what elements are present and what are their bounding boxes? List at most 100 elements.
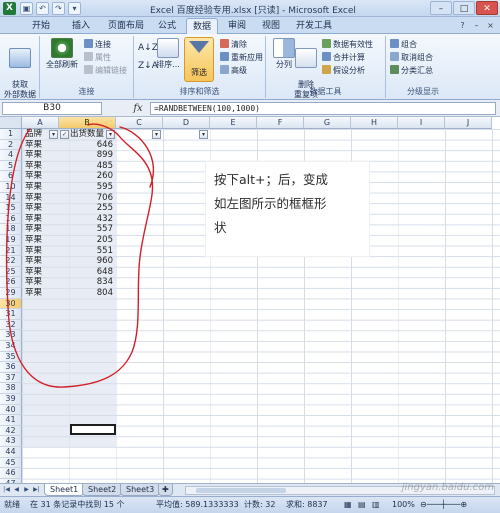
cell-brand[interactable]: 苹果 <box>23 214 59 225</box>
help-icon[interactable]: ? <box>457 20 468 31</box>
cell-quantity[interactable]: 804 <box>60 288 116 299</box>
tab-view[interactable]: 视图 <box>256 18 286 34</box>
close-button[interactable]: ✕ <box>476 1 498 15</box>
redo-icon[interactable]: ↷ <box>52 2 65 15</box>
zoom-level[interactable]: 100% <box>392 497 415 513</box>
row-header-46[interactable]: 46 <box>0 468 22 479</box>
row-header-2[interactable]: 2 <box>0 139 22 151</box>
row-header-22[interactable]: 22 <box>0 256 22 267</box>
row-header-19[interactable]: 19 <box>0 235 22 246</box>
row-header-6[interactable]: 6 <box>0 171 22 182</box>
ungroup-button[interactable]: 取消组合 <box>390 52 433 64</box>
tab-insert[interactable]: 插入 <box>66 18 96 34</box>
row-header-26[interactable]: 26 <box>0 277 22 288</box>
row-header-37[interactable]: 37 <box>0 372 22 384</box>
filter-button[interactable]: 筛选 <box>184 37 214 83</box>
clear-filter-button[interactable]: 清除 <box>220 39 247 51</box>
view-page-layout-icon[interactable]: ▤ <box>358 497 366 513</box>
filter-active-checkbox-icon[interactable]: ✓ <box>60 130 69 139</box>
row-header-41[interactable]: 41 <box>0 415 22 426</box>
tab-formulas[interactable]: 公式 <box>152 18 182 34</box>
row-header-40[interactable]: 40 <box>0 404 22 416</box>
cell-quantity[interactable]: 960 <box>60 256 116 267</box>
cell-brand[interactable]: 苹果 <box>23 224 59 235</box>
cell-brand[interactable]: 苹果 <box>23 246 59 257</box>
view-page-break-icon[interactable]: ▥ <box>372 497 380 513</box>
column-header-h[interactable]: H <box>351 117 398 129</box>
name-box[interactable]: B30 <box>2 102 102 115</box>
data-validation-button[interactable]: 数据有效性 <box>322 39 373 51</box>
row-header-15[interactable]: 15 <box>0 203 22 214</box>
maximize-button[interactable]: □ <box>453 1 475 15</box>
row-header-36[interactable]: 36 <box>0 362 22 373</box>
customize-qat-icon[interactable]: ▾ <box>68 2 81 15</box>
row-header-14[interactable]: 14 <box>0 192 22 204</box>
next-sheet-icon[interactable]: ▶ <box>22 485 31 495</box>
subtotal-button[interactable]: 分类汇总 <box>390 65 433 77</box>
group-button[interactable]: 组合 <box>390 39 417 51</box>
last-sheet-icon[interactable]: ▶| <box>32 485 41 495</box>
what-if-analysis-button[interactable]: 假设分析 <box>322 65 365 77</box>
column-header-a[interactable]: A <box>22 117 59 129</box>
sort-button[interactable]: 排序... <box>150 38 186 70</box>
row-header-43[interactable]: 43 <box>0 436 22 447</box>
cell-brand[interactable]: 苹果 <box>23 203 59 214</box>
cell-brand[interactable]: 苹果 <box>23 150 59 161</box>
consolidate-button[interactable]: 合并计算 <box>322 52 365 64</box>
cell-brand[interactable]: 苹果 <box>23 288 59 299</box>
row-header-31[interactable]: 31 <box>0 309 22 320</box>
excel-app-icon[interactable]: X <box>3 2 16 15</box>
row-header-45[interactable]: 45 <box>0 457 22 469</box>
edit-links-button[interactable]: 编辑链接 <box>84 65 127 77</box>
filter-dropdown-a-icon[interactable]: ▾ <box>49 130 58 139</box>
cell-brand[interactable]: 苹果 <box>23 267 59 278</box>
properties-button[interactable]: 属性 <box>84 52 111 64</box>
row-header-16[interactable]: 16 <box>0 213 22 225</box>
column-header-c[interactable]: C <box>116 117 163 129</box>
cell-quantity[interactable]: 432 <box>60 214 116 225</box>
cell-quantity[interactable]: 485 <box>60 161 116 172</box>
cell-brand[interactable]: 苹果 <box>23 140 59 151</box>
column-header-g[interactable]: G <box>304 117 351 129</box>
connections-button[interactable]: 连接 <box>84 39 111 51</box>
first-sheet-icon[interactable]: |◀ <box>2 485 11 495</box>
cell-quantity[interactable]: 255 <box>60 203 116 214</box>
tab-data[interactable]: 数据 <box>186 18 219 34</box>
row-header-42[interactable]: 42 <box>0 425 22 437</box>
zoom-slider[interactable]: ⊖───┼───⊕ <box>420 497 467 513</box>
cell-quantity[interactable]: 595 <box>60 182 116 193</box>
cell-quantity[interactable]: 706 <box>60 193 116 204</box>
row-header-34[interactable]: 34 <box>0 341 22 352</box>
row-header-18[interactable]: 18 <box>0 224 22 235</box>
cell-brand[interactable]: 苹果 <box>23 256 59 267</box>
row-header-33[interactable]: 33 <box>0 330 22 341</box>
minimize-button[interactable]: – <box>430 1 452 15</box>
cell-quantity[interactable]: 899 <box>60 150 116 161</box>
insert-function-icon[interactable]: fx <box>128 102 148 115</box>
row-header-1[interactable]: 1 <box>0 129 22 140</box>
restore-workbook-icon[interactable]: – <box>471 20 482 31</box>
filter-dropdown-c-icon[interactable]: ▾ <box>152 130 161 139</box>
filter-dropdown-d-icon[interactable]: ▾ <box>199 130 208 139</box>
column-header-f[interactable]: F <box>257 117 304 129</box>
tab-home[interactable]: 开始 <box>26 18 56 34</box>
cell-brand[interactable]: 苹果 <box>23 277 59 288</box>
column-header-d[interactable]: D <box>163 117 210 129</box>
refresh-all-button[interactable]: 全部刷新 <box>44 38 80 70</box>
formula-input[interactable]: =RANDBETWEEN(100,1000) <box>150 102 496 115</box>
row-header-4[interactable]: 4 <box>0 150 22 161</box>
column-header-e[interactable]: E <box>210 117 257 129</box>
row-header-44[interactable]: 44 <box>0 447 22 458</box>
cell-quantity[interactable]: 648 <box>60 267 116 278</box>
tab-page-layout[interactable]: 页面布局 <box>102 18 150 34</box>
sheet-tab-1[interactable]: Sheet1 <box>44 484 85 496</box>
select-all-corner[interactable] <box>0 117 22 129</box>
row-header-38[interactable]: 38 <box>0 383 22 394</box>
cell-brand[interactable]: 苹果 <box>23 161 59 172</box>
cell-brand[interactable]: 苹果 <box>23 171 59 182</box>
get-external-data-button[interactable]: 获取 外部数据 <box>2 38 38 100</box>
row-header-21[interactable]: 21 <box>0 245 22 257</box>
advanced-filter-button[interactable]: 高级 <box>220 65 247 77</box>
column-header-j[interactable]: J <box>445 117 492 129</box>
scroll-thumb[interactable] <box>196 488 286 493</box>
